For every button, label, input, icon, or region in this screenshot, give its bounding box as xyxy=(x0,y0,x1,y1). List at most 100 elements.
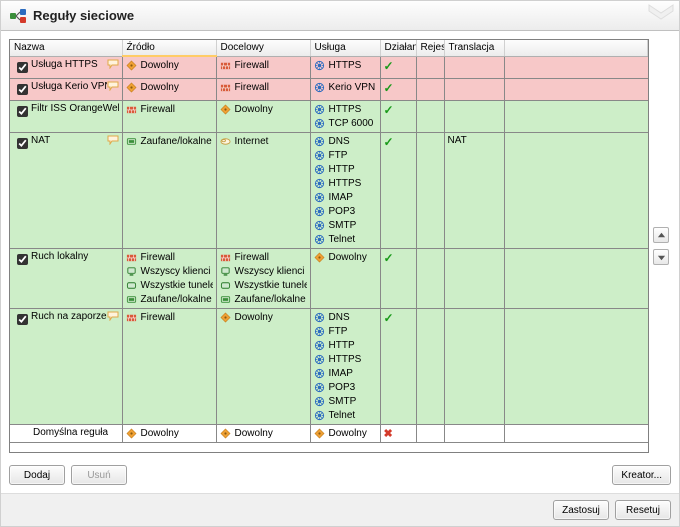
rule-enabled-checkbox[interactable] xyxy=(17,138,28,149)
rule-name: NAT xyxy=(31,135,107,146)
cell-spacer xyxy=(504,132,648,248)
table-row[interactable]: Ruch lokalnyFirewallWszyscy klienci VPNW… xyxy=(10,248,648,308)
rule-enabled-checkbox[interactable] xyxy=(17,62,28,73)
cell-translation xyxy=(444,56,504,78)
cell-text: Telnet xyxy=(329,234,356,245)
cell-text: HTTPS xyxy=(329,104,362,115)
cell-text: Dowolny xyxy=(235,104,273,115)
cell-source: Zaufane/lokalne xyxy=(122,132,216,248)
cell-source: Firewall xyxy=(122,100,216,132)
cell-action: ✓ xyxy=(380,56,416,78)
rule-name: Ruch lokalny xyxy=(31,251,119,262)
rule-enabled-checkbox[interactable] xyxy=(17,314,28,325)
rule-name: Domyślna reguła xyxy=(27,427,119,438)
cell-entry: Zaufane/lokalne xyxy=(126,293,213,306)
cell-entry: HTTPS xyxy=(314,103,377,116)
reset-button[interactable]: Resetuj xyxy=(615,500,671,520)
cell-text: Kerio VPN xyxy=(329,82,376,93)
cell-entry: Firewall xyxy=(126,103,213,116)
cell-action: ✓ xyxy=(380,308,416,424)
apply-button[interactable]: Zastosuj xyxy=(553,500,609,520)
rule-name: Usługa Kerio VPN xyxy=(31,81,107,92)
cell-action: ✓ xyxy=(380,132,416,248)
cell-text: FTP xyxy=(329,150,348,161)
cell-service: HTTPS xyxy=(310,56,380,78)
rule-enabled-checkbox[interactable] xyxy=(17,84,28,95)
cell-entry: Zaufane/lokalne xyxy=(126,135,213,148)
cell-text: Dowolny xyxy=(235,428,273,439)
cell-text: HTTPS xyxy=(329,354,362,365)
table-row[interactable]: NATZaufane/lokalneInternetDNSFTPHTTPHTTP… xyxy=(10,132,648,248)
cell-entry: IMAP xyxy=(314,191,377,204)
cell-entry: Firewall xyxy=(126,311,213,324)
inet-icon xyxy=(220,135,232,147)
cell-entry: Wszyscy klienci VPN xyxy=(126,265,213,278)
cell-translation xyxy=(444,100,504,132)
table-row[interactable]: Ruch na zaporzeFirewallDowolnyDNSFTPHTTP… xyxy=(10,308,648,424)
cell-source: Dowolny xyxy=(122,78,216,100)
cell-service: HTTPS TCP 6000 xyxy=(310,100,380,132)
trust-icon xyxy=(126,293,138,305)
cell-text: SMTP xyxy=(329,220,357,231)
trust-icon xyxy=(126,135,138,147)
cell-spacer xyxy=(504,248,648,308)
cell-service: Dowolny xyxy=(310,248,380,308)
cell-dest: Dowolny xyxy=(216,100,310,132)
svc-icon xyxy=(314,219,326,231)
cell-entry: HTTPS xyxy=(314,353,377,366)
cell-text: Telnet xyxy=(329,410,356,421)
cell-service: DNSFTPHTTPHTTPSIMAPPOP3SMTPTelnet xyxy=(310,308,380,424)
add-button[interactable]: Dodaj xyxy=(9,465,65,485)
permit-icon: ✓ xyxy=(384,103,394,117)
col-service[interactable]: Usługa xyxy=(310,40,380,56)
fw-icon xyxy=(126,103,138,115)
cell-entry: Dowolny xyxy=(314,427,377,440)
cell-entry: Dowolny xyxy=(314,251,377,264)
rules-table-container: Nazwa Źródło Docelowy Usługa Działanie R… xyxy=(9,39,649,453)
cell-text: HTTP xyxy=(329,164,355,175)
col-reject[interactable]: Rejestracja xyxy=(416,40,444,56)
cell-reject xyxy=(416,424,444,442)
col-name[interactable]: Nazwa xyxy=(10,40,122,56)
svc-icon xyxy=(314,135,326,147)
move-down-button[interactable] xyxy=(653,249,669,265)
permit-icon: ✓ xyxy=(384,135,394,149)
cell-entry: Kerio VPN xyxy=(314,81,377,94)
cell-entry: DNS xyxy=(314,311,377,324)
permit-icon: ✓ xyxy=(384,81,394,95)
col-dest[interactable]: Docelowy xyxy=(216,40,310,56)
col-translation[interactable]: Translacja xyxy=(444,40,504,56)
cell-entry: TCP 6000 xyxy=(314,117,377,130)
svc-icon xyxy=(314,311,326,323)
table-row[interactable]: Filtr ISS OrangeWeb Filter Firewall Dowoln… xyxy=(10,100,648,132)
cell-action: ✓ xyxy=(380,100,416,132)
table-row[interactable]: Usługa Kerio VPNDowolnyFirewallKerio VPN… xyxy=(10,78,648,100)
move-up-button[interactable] xyxy=(653,227,669,243)
rule-name: Usługa HTTPS xyxy=(31,59,107,70)
cell-source: FirewallWszyscy klienci VPNWszystkie tun… xyxy=(122,248,216,308)
table-row[interactable]: Domyślna regułaDowolnyDowolnyDowolny✖ xyxy=(10,424,648,442)
remove-button[interactable]: Usuń xyxy=(71,465,127,485)
svc-icon xyxy=(314,367,326,379)
wizard-button[interactable]: Kreator... xyxy=(612,465,671,485)
cell-entry: HTTPS xyxy=(314,177,377,190)
cell-text: Wszyscy klienci VPN xyxy=(235,266,307,277)
cell-spacer xyxy=(504,56,648,78)
svc-icon xyxy=(314,381,326,393)
cell-text: DNS xyxy=(329,312,350,323)
cell-text: SMTP xyxy=(329,396,357,407)
any-icon xyxy=(126,81,138,93)
vpn-icon xyxy=(220,265,232,277)
svc-icon xyxy=(314,339,326,351)
cell-text: Dowolny xyxy=(141,428,179,439)
cell-translation: NAT xyxy=(444,132,504,248)
rule-enabled-checkbox[interactable] xyxy=(17,254,28,265)
cell-entry: Dowolny xyxy=(220,427,307,440)
rule-enabled-checkbox[interactable] xyxy=(17,106,28,117)
col-action[interactable]: Działanie xyxy=(380,40,416,56)
svc-icon xyxy=(314,59,326,71)
col-source[interactable]: Źródło xyxy=(122,40,216,56)
any-icon xyxy=(220,427,232,439)
rule-name: Filtr ISS OrangeWeb Filter xyxy=(31,103,119,114)
table-row[interactable]: Usługa HTTPSDowolnyFirewallHTTPS✓ xyxy=(10,56,648,78)
